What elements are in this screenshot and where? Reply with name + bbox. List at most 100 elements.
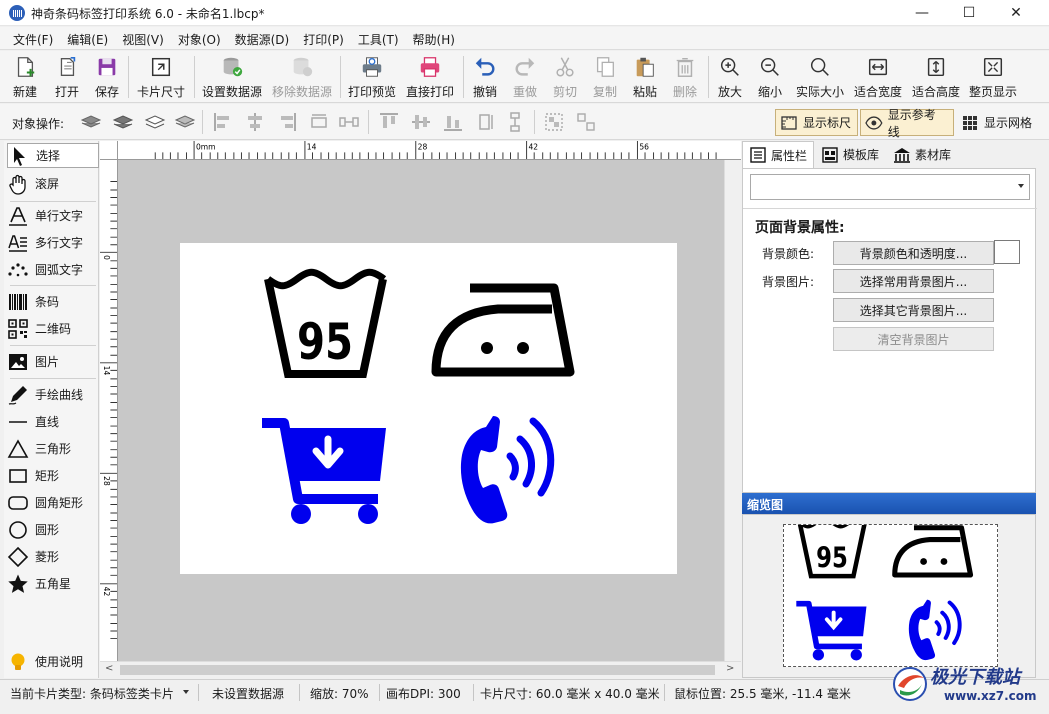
iron-icon[interactable] (431, 283, 575, 377)
maximize-button[interactable]: ☐ (946, 0, 992, 26)
show-grid-toggle[interactable]: 显示网格 (956, 109, 1046, 136)
copy-button[interactable]: 复制 (592, 54, 618, 100)
card-type-dropdown-icon[interactable] (183, 690, 189, 694)
shopping-cart-download-icon[interactable] (262, 418, 386, 524)
align-top-icon[interactable] (378, 111, 400, 133)
align-right-icon[interactable] (276, 111, 298, 133)
pen-icon (8, 385, 27, 405)
ungroup-icon[interactable] (575, 111, 597, 133)
zoom-in-button[interactable]: 放大 (717, 54, 743, 100)
redo-button[interactable]: 重做 (512, 54, 538, 100)
menu-help[interactable]: 帮助(H) (406, 27, 462, 49)
bg-other-image-button[interactable]: 选择其它背景图片... (833, 298, 994, 322)
bg-color-swatch[interactable] (994, 240, 1020, 264)
save-button[interactable]: 保存 (94, 54, 120, 100)
tab-materials[interactable]: 素材库 (886, 141, 958, 168)
tool-image[interactable]: 图片 (7, 349, 99, 374)
open-button[interactable]: 打开 (54, 54, 80, 100)
tab-templates[interactable]: 模板库 (814, 141, 886, 168)
tool-rect[interactable]: 矩形 (7, 463, 99, 488)
scroll-right-icon[interactable]: > (726, 663, 734, 674)
wash-95-icon[interactable]: 95 (264, 268, 387, 378)
send-backward-icon[interactable] (144, 111, 166, 133)
trash-icon (676, 58, 694, 77)
status-card-type[interactable]: 当前卡片类型: 条码标签类卡片 (10, 685, 174, 702)
bg-common-image-button[interactable]: 选择常用背景图片... (833, 269, 994, 293)
tool-select-label: 选择 (36, 149, 61, 163)
phone-ringing-icon[interactable] (460, 416, 555, 524)
actual-size-button[interactable]: 实际大小 (796, 54, 844, 100)
cut-button[interactable]: 剪切 (552, 54, 578, 100)
menu-datasource[interactable]: 数据源(D) (228, 27, 297, 49)
show-ruler-toggle[interactable]: 显示标尺 (775, 109, 858, 136)
menu-print[interactable]: 打印(P) (296, 27, 351, 49)
tool-barcode[interactable]: 条码 (7, 289, 99, 314)
align-left-icon[interactable] (212, 111, 234, 133)
card-size-label: 卡片尺寸 (137, 85, 186, 99)
help-guide-button[interactable]: 使用说明 (7, 649, 99, 674)
bg-color-button[interactable]: 背景颜色和透明度... (833, 241, 994, 265)
new-button[interactable]: 新建 (12, 54, 38, 100)
same-height-icon[interactable] (474, 111, 496, 133)
direct-print-button[interactable]: 直接打印 (406, 54, 454, 100)
align-middle-icon[interactable] (410, 111, 432, 133)
toolbar-divider (340, 56, 341, 98)
tool-star[interactable]: 五角星 (7, 571, 99, 596)
page-bg-title: 页面背景属性: (755, 220, 845, 236)
menu-object[interactable]: 对象(O) (171, 27, 228, 49)
bg-clear-image-button[interactable]: 清空背景图片 (833, 327, 994, 351)
close-button[interactable]: ✕ (993, 0, 1039, 26)
tool-single-text[interactable]: 单行文字 (7, 203, 99, 228)
rounded-rectangle-icon (8, 495, 28, 510)
tool-qrcode[interactable]: 二维码 (7, 316, 99, 341)
open-file-icon (60, 56, 76, 76)
tool-multi-text[interactable]: 多行文字 (7, 230, 99, 255)
tool-select[interactable]: 选择 (7, 143, 99, 168)
tool-rounded-rect[interactable]: 圆角矩形 (7, 490, 99, 515)
tool-circle[interactable]: 圆形 (7, 517, 99, 542)
tool-arc-text[interactable]: 圆弧文字 (7, 257, 99, 282)
menu-file[interactable]: 文件(F) (6, 27, 60, 49)
object-select-dropdown[interactable] (750, 174, 1030, 200)
fit-height-button[interactable]: 适合高度 (912, 54, 960, 100)
vertical-scrollbar[interactable] (724, 160, 741, 661)
template-icon (822, 146, 838, 163)
horizontal-scroll-thumb[interactable] (120, 665, 715, 675)
full-page-button[interactable]: 整页显示 (969, 54, 1017, 100)
fit-width-button[interactable]: 适合宽度 (854, 54, 902, 100)
tool-line[interactable]: 直线 (7, 409, 99, 434)
send-to-back-icon[interactable] (174, 111, 196, 133)
distribute-vertical-icon[interactable] (504, 111, 526, 133)
distribute-horizontal-icon[interactable] (338, 111, 360, 133)
align-center-icon[interactable] (244, 111, 266, 133)
label-card[interactable]: 95 (180, 243, 677, 574)
bring-forward-icon[interactable] (112, 111, 134, 133)
minimize-button[interactable]: — (899, 0, 945, 26)
menu-edit[interactable]: 编辑(E) (60, 27, 115, 49)
show-guides-toggle[interactable]: 显示参考线 (860, 108, 954, 139)
thumbnail-preview[interactable]: 95 (783, 516, 998, 667)
menu-tools[interactable]: 工具(T) (351, 27, 406, 49)
delete-button[interactable]: 删除 (672, 54, 698, 100)
tool-freehand[interactable]: 手绘曲线 (7, 382, 99, 407)
bring-to-front-icon[interactable] (80, 111, 102, 133)
tool-pan[interactable]: 滚屏 (7, 171, 99, 196)
tool-triangle[interactable]: 三角形 (7, 436, 99, 461)
same-width-icon[interactable] (308, 111, 330, 133)
print-preview-button[interactable]: 打印预览 (348, 54, 396, 100)
group-icon[interactable] (543, 111, 565, 133)
horizontal-scrollbar[interactable]: < > (100, 661, 741, 678)
align-bottom-icon[interactable] (442, 111, 464, 133)
set-datasource-button[interactable]: 设置数据源 (202, 54, 262, 100)
remove-datasource-button[interactable]: 移除数据源 (272, 54, 332, 100)
design-canvas-area[interactable]: 0mm 14 28 42 56 0 14 28 42 95 < > (100, 141, 741, 678)
tab-properties[interactable]: 属性栏 (742, 141, 815, 168)
menu-view[interactable]: 视图(V) (115, 27, 171, 49)
scroll-left-icon[interactable]: < (105, 663, 113, 674)
diamond-icon (7, 546, 29, 567)
paste-button[interactable]: 粘贴 (632, 54, 658, 100)
zoom-out-button[interactable]: 缩小 (757, 54, 783, 100)
card-size-button[interactable]: 卡片尺寸 (137, 54, 185, 100)
tool-diamond[interactable]: 菱形 (7, 544, 99, 569)
undo-button[interactable]: 撤销 (472, 54, 498, 100)
